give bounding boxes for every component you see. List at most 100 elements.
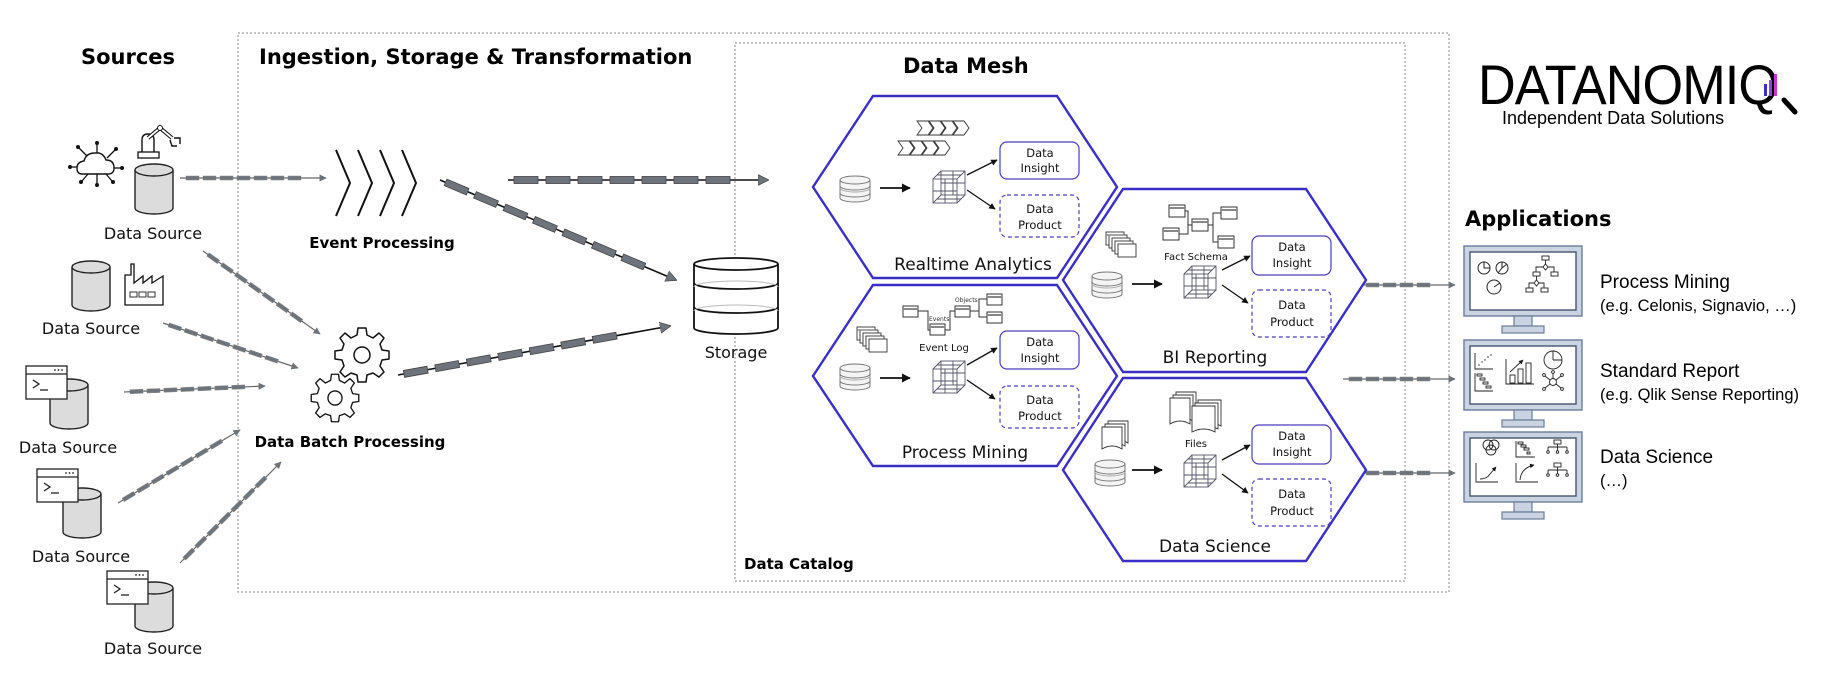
pipe-segment	[167, 322, 182, 332]
pipe-segment	[532, 216, 558, 233]
data-architecture-diagram: Sources Ingestion, Storage & Transformat…	[0, 0, 1841, 677]
pipe-segment	[230, 499, 244, 513]
domain-title: BI Reporting	[1163, 348, 1268, 368]
domain-data-science: Files Data Insight Data Product Data Sci…	[1061, 376, 1368, 563]
database-icon	[71, 260, 111, 312]
data-source-label: Data Source	[19, 438, 117, 457]
pipe-segment	[497, 348, 524, 361]
application-process-mining: Process Mining (e.g. Celonis, Signavio, …	[1463, 245, 1796, 334]
pipe-segment	[641, 176, 667, 184]
svg-text:Data: Data	[1278, 240, 1305, 254]
ingestion-heading: Ingestion, Storage & Transformation	[259, 45, 692, 69]
pipe-segment	[289, 311, 304, 323]
iot-cloud-icon	[68, 141, 124, 187]
arrow-source4-to-batch	[117, 429, 241, 504]
svg-text:Data: Data	[1026, 393, 1053, 407]
application-standard-report: Standard Report (e.g. Qlik Sense Reporti…	[1463, 339, 1799, 428]
artifact-label: Files	[1185, 439, 1207, 450]
pipe-segment	[231, 384, 246, 390]
pipe-segment	[150, 473, 165, 485]
data-source-3: Data Source	[19, 365, 117, 457]
pipe-segment	[219, 175, 234, 181]
svg-text:Insight: Insight	[1021, 161, 1060, 175]
arrow-to-app-standard-report	[1343, 375, 1456, 383]
domain-bi-reporting: Fact Schema Data Insight Data Product BI…	[1061, 187, 1368, 374]
svg-text:Product: Product	[1018, 409, 1062, 423]
terminal-window-icon	[106, 570, 149, 605]
terminal-window-icon	[25, 365, 68, 400]
data-source-4: Data Source	[32, 468, 130, 566]
data-source-label: Data Source	[32, 547, 130, 566]
applications-heading: Applications	[1465, 207, 1611, 231]
svg-text:Objects: Objects	[955, 297, 978, 304]
sources-heading: Sources	[81, 45, 175, 69]
svg-text:Product: Product	[1270, 504, 1314, 518]
arrow-batch-to-storage	[397, 326, 670, 378]
pipe-segment	[465, 354, 492, 367]
logo-tagline: Independent Data Solutions	[1502, 108, 1724, 128]
pipe-segment	[253, 175, 268, 181]
data-source-1: Data Source	[68, 125, 202, 243]
svg-text:Data: Data	[1278, 487, 1305, 501]
database-icon	[839, 363, 871, 391]
pipe-segment	[609, 176, 635, 184]
application-subtitle: (e.g. Qlik Sense Reporting)	[1600, 386, 1799, 404]
svg-text:Data: Data	[1026, 335, 1053, 349]
svg-text:Data: Data	[1026, 202, 1053, 216]
pipe-segment	[443, 178, 470, 196]
application-subtitle: (…)	[1600, 472, 1628, 490]
robot-arm-icon	[137, 125, 181, 159]
pipe-segment	[590, 241, 617, 258]
monitor-icon	[1463, 245, 1583, 334]
pipe-segment	[242, 487, 256, 501]
pipe-segment	[434, 360, 461, 373]
event-processing-label: Event Processing	[309, 234, 454, 252]
pipe-segment	[591, 331, 618, 344]
application-title: Process Mining	[1600, 272, 1730, 293]
artifact-label: Fact Schema	[1164, 252, 1228, 263]
pipe-segment	[705, 176, 731, 184]
pipe-segment	[275, 301, 290, 314]
pipe-segment	[261, 291, 276, 304]
pipe-segment	[232, 344, 247, 353]
pipe-segment	[528, 343, 555, 356]
domain-title: Process Mining	[902, 443, 1028, 463]
event-processing-icon	[335, 149, 418, 217]
pipe-segment	[202, 175, 217, 181]
factory-icon	[124, 263, 164, 306]
pipe-segment	[1399, 282, 1414, 288]
pipe-segment	[673, 176, 699, 184]
pipe-segment	[248, 349, 263, 359]
pipe-segment	[121, 491, 136, 502]
pipe-segment	[1365, 470, 1380, 476]
pipe-segment	[270, 175, 285, 181]
arrow-source2-to-batch	[162, 322, 299, 370]
pipe-segment	[402, 365, 429, 378]
svg-text:Insight: Insight	[1273, 256, 1312, 270]
pipe-segment	[165, 464, 180, 476]
pipe-segment	[1399, 376, 1414, 382]
arrow-source5-to-batch	[179, 461, 282, 564]
pipe-segment	[577, 176, 603, 184]
domain-title: Realtime Analytics	[894, 255, 1052, 275]
application-data-science: Data Science (…)	[1463, 431, 1713, 520]
pipe-segment	[218, 511, 232, 525]
pipe-segment	[194, 447, 209, 459]
database-icon	[1091, 271, 1123, 299]
gear-icon	[334, 327, 390, 383]
pipe-segment	[1348, 376, 1363, 382]
pipe-segment	[513, 176, 539, 184]
pipe-segment	[1382, 470, 1397, 476]
pipe-segment	[502, 203, 529, 221]
domain-process-mining: Events Objects Event Log Data Insight Da…	[811, 283, 1119, 468]
logo-wordmark: DATANOMIQ	[1478, 53, 1778, 116]
monitor-icon	[1463, 339, 1583, 428]
pipe-segment	[163, 387, 178, 393]
storage-icon	[693, 257, 779, 335]
pipe-segment	[136, 482, 151, 494]
svg-text:Data: Data	[1278, 429, 1305, 443]
data-catalog-heading: Data Catalog	[744, 555, 854, 573]
pipe-segment	[180, 456, 195, 468]
arrow-to-data-mesh	[508, 177, 768, 184]
pipe-segment	[180, 386, 195, 392]
